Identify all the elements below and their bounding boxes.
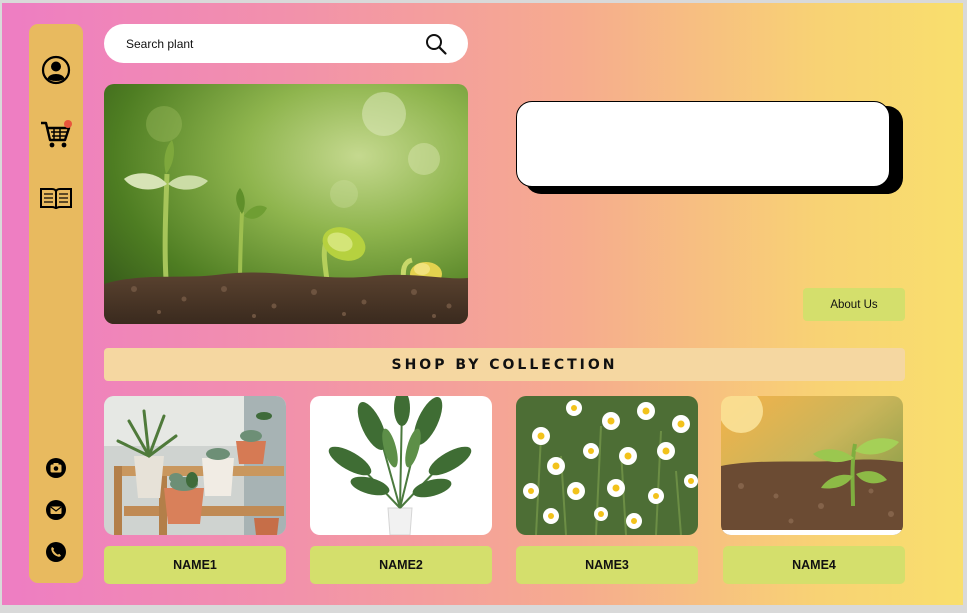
phone-icon[interactable] [45,541,67,563]
camera-icon[interactable] [45,457,67,479]
about-us-button[interactable]: About Us [803,288,905,321]
cart-icon[interactable] [39,119,73,151]
search-bar [104,24,468,63]
app-canvas: About Us SHOP BY COLLECTION [2,3,963,605]
collection-image-1[interactable] [104,396,286,535]
empty-text-box [516,101,890,187]
cart-badge [64,120,72,128]
collection-image-3[interactable] [516,396,698,535]
collection-image-2[interactable] [310,396,492,535]
collection-name-button-3[interactable]: NAME3 [516,546,698,584]
collection-name-button-2[interactable]: NAME2 [310,546,492,584]
sidebar [29,24,83,583]
page-frame: About Us SHOP BY COLLECTION [0,0,967,613]
collection-title: SHOP BY COLLECTION [104,348,905,381]
hero-image [104,84,468,324]
profile-icon[interactable] [41,55,71,85]
book-icon[interactable] [39,185,73,211]
collection-name-button-1[interactable]: NAME1 [104,546,286,584]
mail-icon[interactable] [45,499,67,521]
search-input[interactable] [124,33,414,55]
collection-image-4[interactable] [721,396,903,535]
search-icon[interactable] [423,31,449,57]
collection-name-button-4[interactable]: NAME4 [723,546,905,584]
